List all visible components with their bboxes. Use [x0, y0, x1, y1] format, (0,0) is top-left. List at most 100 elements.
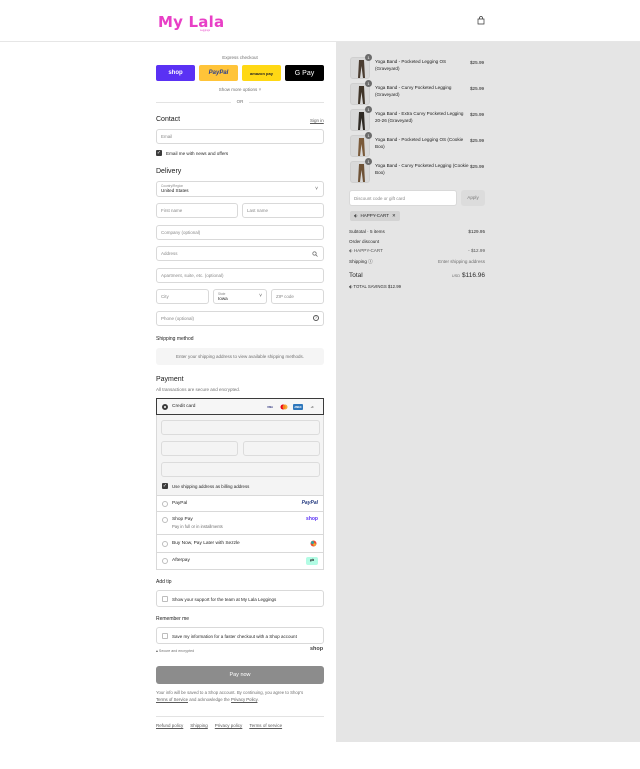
shipping-method-title: Shipping method	[156, 336, 194, 342]
credit-card-label: Credit card	[172, 404, 196, 409]
company-field[interactable]: Company (optional)	[156, 225, 324, 240]
total-savings-row: ⬖ TOTAL SAVINGS $12.99	[349, 284, 485, 290]
afterpay-logo-icon: ⇄	[306, 557, 318, 565]
card-cvv-field[interactable]	[243, 441, 320, 456]
product-title: Yoga Band - Curvy Pocketed Legging (Grav…	[375, 85, 452, 97]
credit-card-option[interactable]: Credit card VISA AMEX +3	[156, 398, 324, 415]
footer-shipping[interactable]: Shipping	[190, 723, 208, 728]
total-savings-value: $12.99	[387, 284, 402, 289]
shop-pay-label: Shop Pay	[172, 517, 193, 522]
footer-refund-policy[interactable]: Refund policy	[156, 723, 183, 728]
discount-tag: ⬖ HAPPY-CART ✕	[350, 211, 400, 221]
brand-logo[interactable]: My Lala	[158, 13, 224, 31]
zip-field[interactable]: ZIP code	[271, 289, 324, 304]
pay-now-button[interactable]: Pay now	[156, 666, 324, 684]
visa-icon: VISA	[267, 405, 273, 409]
credit-card-form: ✓ Use shipping address as billing addres…	[156, 415, 324, 496]
shop-wordmark: shop	[310, 646, 324, 652]
shop-pay-button[interactable]: shop	[156, 65, 195, 81]
footer-terms-of-service[interactable]: Terms of service	[249, 723, 282, 728]
chevron-down-icon: ˅	[259, 293, 262, 299]
remember-me-option[interactable]: Save my information for a faster checkou…	[156, 627, 324, 644]
city-placeholder: City	[161, 294, 169, 299]
shop-pay-sub: Pay in full or in installments	[172, 524, 223, 529]
first-name-field[interactable]: First name	[156, 203, 238, 218]
legal-and: and acknowledge the	[189, 697, 230, 702]
discount-tag-label: HAPPY-CART	[360, 213, 389, 218]
remember-me-checkbox[interactable]	[162, 633, 168, 639]
sezzle-option[interactable]: Buy Now, Pay Later with Sezzle	[156, 535, 324, 553]
paypal-button[interactable]: PayPal	[199, 65, 238, 81]
product-title: Yoga Band - Pocketed Legging OS (Graveya…	[375, 59, 447, 71]
sign-in-link[interactable]: Sign in	[310, 118, 324, 123]
divider-right	[249, 102, 324, 103]
product-title: Yoga Band - Pocketed Legging OS (Cookie …	[375, 137, 464, 149]
afterpay-radio[interactable]	[162, 558, 168, 564]
apartment-field[interactable]: Apartment, suite, etc. (optional)	[156, 268, 324, 283]
discount-code-field[interactable]: Discount code or gift card	[349, 190, 457, 206]
privacy-policy-link[interactable]: Privacy Policy	[231, 697, 257, 702]
shipping-label: Shipping	[349, 259, 367, 264]
payment-subtitle: All transactions are secure and encrypte…	[156, 387, 241, 392]
card-name-field[interactable]	[161, 462, 320, 477]
shop-logo-icon: shop	[306, 516, 318, 522]
total-savings-label: TOTAL SAVINGS	[353, 284, 387, 289]
help-icon[interactable]: ?	[313, 315, 319, 321]
footer-privacy-policy[interactable]: Privacy policy	[215, 723, 243, 728]
card-number-field[interactable]	[161, 420, 320, 435]
or-divider: OR	[236, 99, 244, 104]
address-placeholder: Address	[161, 251, 178, 256]
brand-logo-sub: Leggings	[200, 29, 211, 32]
last-name-field[interactable]: Last name	[242, 203, 324, 218]
billing-checkbox[interactable]: ✓	[162, 483, 168, 489]
paypal-radio[interactable]	[162, 501, 168, 507]
quantity-badge: 1	[365, 106, 372, 113]
line-item: 1 Yoga Band - Curvy Pocketed Legging (Gr…	[350, 80, 490, 105]
zip-placeholder: ZIP code	[276, 294, 294, 299]
tip-option[interactable]: Show your support for the team at My Lal…	[156, 590, 324, 607]
remember-me-label: Save my information for a faster checkou…	[172, 634, 297, 639]
subtotal-label: Subtotal · 5 items	[349, 229, 385, 234]
footer-divider	[156, 716, 324, 717]
terms-of-service-link[interactable]: Terms of Service	[156, 697, 188, 702]
afterpay-option[interactable]: Afterpay ⇄	[156, 553, 324, 570]
shopping-bag-icon[interactable]	[477, 16, 485, 25]
shop-pay-radio[interactable]	[162, 517, 168, 523]
tip-checkbox[interactable]	[162, 596, 168, 602]
line-item: 1 Yoga Band - Pocketed Legging OS (Grave…	[350, 54, 490, 79]
amazon-pay-button[interactable]: amazon pay	[242, 65, 281, 81]
more-cards-badge: +3	[310, 405, 314, 409]
sezzle-label: Buy Now, Pay Later with Sezzle	[172, 541, 240, 546]
country-select[interactable]: Country/Region United States ˅	[156, 181, 324, 197]
help-icon[interactable]: ⓘ	[367, 259, 373, 264]
phone-field[interactable]: Phone (optional) ?	[156, 311, 324, 326]
discount-code-label: HAPPY-CART	[353, 248, 383, 253]
subtotal-value: $129.95	[468, 229, 485, 234]
address-field[interactable]: Address	[156, 246, 324, 261]
order-discount-row: Order discount	[349, 239, 485, 244]
close-icon[interactable]: ✕	[392, 211, 396, 221]
discount-placeholder: Discount code or gift card	[354, 195, 406, 201]
card-expiry-field[interactable]	[161, 441, 238, 456]
discount-code-row: ⬖ HAPPY-CART - $12.99	[349, 248, 485, 254]
contact-title: Contact	[156, 116, 181, 123]
email-field[interactable]: Email	[156, 129, 324, 144]
paypal-option[interactable]: PayPal PayPal	[156, 496, 324, 512]
show-more-label[interactable]: Show more options	[219, 87, 258, 92]
secure-label: Secure and encrypted	[158, 649, 195, 653]
apply-button[interactable]: Apply	[461, 190, 485, 206]
total-value: $116.96	[461, 272, 485, 279]
state-select[interactable]: State Iowa ˅	[213, 289, 267, 304]
google-pay-button[interactable]: G Pay	[285, 65, 324, 81]
sezzle-radio[interactable]	[162, 541, 168, 547]
email-placeholder: Email	[161, 134, 173, 139]
credit-card-radio[interactable]	[162, 404, 168, 410]
show-more-options[interactable]: Show more options ˅	[156, 87, 324, 92]
shop-pay-option[interactable]: Shop Pay Pay in full or in installments …	[156, 512, 324, 535]
total-label: Total	[349, 272, 363, 279]
order-discount-label: Order discount	[349, 239, 380, 244]
city-field[interactable]: City	[156, 289, 209, 304]
newsletter-checkbox[interactable]: ✓	[156, 150, 162, 156]
total-row: Total USD $116.96	[349, 272, 485, 279]
chevron-down-icon: ˅	[315, 186, 318, 192]
